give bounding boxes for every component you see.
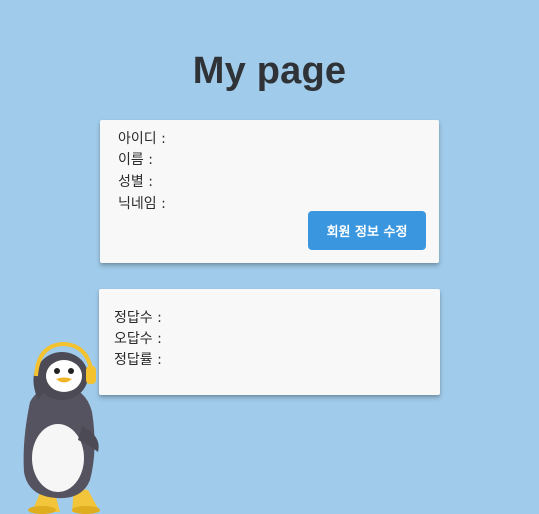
user-id-label: 아이디 :	[118, 131, 166, 147]
edit-profile-button[interactable]: 회원 정보 수정	[308, 211, 426, 250]
page-title: My page	[192, 50, 347, 92]
wrong-count-label: 오답수 :	[114, 331, 162, 347]
user-gender-label: 성별 :	[118, 174, 153, 190]
penguin-mascot-image	[23, 341, 100, 514]
headphone-icon	[86, 366, 96, 384]
accuracy-label: 정답률 :	[114, 352, 162, 368]
profile-card: 아이디 : 이름 : 성별 : 닉네임 : 회원 정보 수정	[100, 120, 439, 263]
user-name-label: 이름 :	[118, 152, 153, 168]
correct-count-label: 정답수 :	[114, 310, 162, 326]
stats-card: 정답수 : 오답수 : 정답률 :	[99, 289, 440, 395]
user-nickname-label: 닉네임 :	[118, 196, 166, 212]
